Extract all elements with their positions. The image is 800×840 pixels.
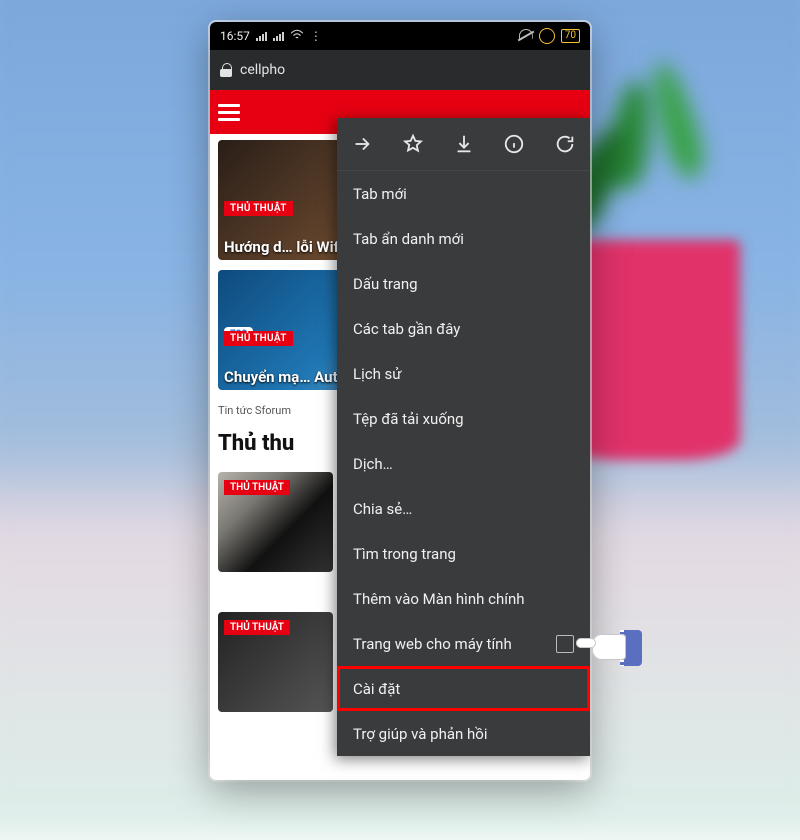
alarm-icon bbox=[539, 28, 555, 44]
menu-icon-row bbox=[337, 118, 590, 171]
signal-2-icon bbox=[273, 31, 284, 41]
signal-1-icon bbox=[256, 31, 267, 41]
menu-history[interactable]: Lịch sử bbox=[337, 351, 590, 396]
browser-overflow-menu: Tab mới Tab ẩn danh mới Dấu trang Các ta… bbox=[337, 118, 590, 756]
article-card[interactable]: THỦ THUẬT bbox=[218, 612, 333, 712]
checkbox-icon[interactable] bbox=[556, 635, 574, 653]
phone-frame: 16:57 ⋮ 70 cellpho THỦ THUẬT Hướng d… lỗ… bbox=[210, 22, 590, 780]
url-text: cellpho bbox=[240, 62, 285, 78]
tap-here-annotation-icon bbox=[586, 624, 642, 672]
status-time: 16:57 bbox=[220, 29, 250, 43]
wifi-icon bbox=[290, 29, 304, 44]
menu-find-in-page[interactable]: Tìm trong trang bbox=[337, 531, 590, 576]
category-tag: THỦ THUẬT bbox=[224, 201, 293, 216]
reload-icon[interactable] bbox=[554, 133, 576, 155]
hamburger-menu-icon[interactable] bbox=[218, 104, 240, 121]
menu-downloads[interactable]: Tệp đã tải xuống bbox=[337, 396, 590, 441]
info-icon[interactable] bbox=[503, 133, 525, 155]
download-icon[interactable] bbox=[453, 133, 475, 155]
menu-settings[interactable]: Cài đặt bbox=[337, 666, 590, 711]
menu-share[interactable]: Chia sẻ… bbox=[337, 486, 590, 531]
forward-icon[interactable] bbox=[351, 133, 373, 155]
lock-icon bbox=[220, 63, 232, 77]
star-icon[interactable] bbox=[402, 133, 424, 155]
menu-desktop-site[interactable]: Trang web cho máy tính bbox=[337, 621, 590, 666]
article-card[interactable]: THỦ THUẬT bbox=[218, 472, 333, 572]
status-bar: 16:57 ⋮ 70 bbox=[210, 22, 590, 50]
browser-address-bar[interactable]: cellpho bbox=[210, 50, 590, 90]
menu-help-feedback[interactable]: Trợ giúp và phản hồi bbox=[337, 711, 590, 756]
dnd-icon bbox=[519, 29, 533, 43]
menu-translate[interactable]: Dịch… bbox=[337, 441, 590, 486]
menu-new-incognito-tab[interactable]: Tab ẩn danh mới bbox=[337, 216, 590, 261]
page-content: THỦ THUẬT Hướng d… lỗi Wifi tr… Google A… bbox=[210, 90, 590, 780]
menu-bookmarks[interactable]: Dấu trang bbox=[337, 261, 590, 306]
menu-new-tab[interactable]: Tab mới bbox=[337, 171, 590, 216]
menu-recent-tabs[interactable]: Các tab gần đây bbox=[337, 306, 590, 351]
battery-indicator: 70 bbox=[561, 29, 580, 43]
ellipsis-icon: ⋮ bbox=[310, 29, 323, 43]
category-tag: THỦ THUẬT bbox=[224, 620, 290, 635]
category-tag: THỦ THUẬT bbox=[224, 331, 293, 346]
category-tag: THỦ THUẬT bbox=[224, 480, 290, 495]
menu-add-to-home[interactable]: Thêm vào Màn hình chính bbox=[337, 576, 590, 621]
